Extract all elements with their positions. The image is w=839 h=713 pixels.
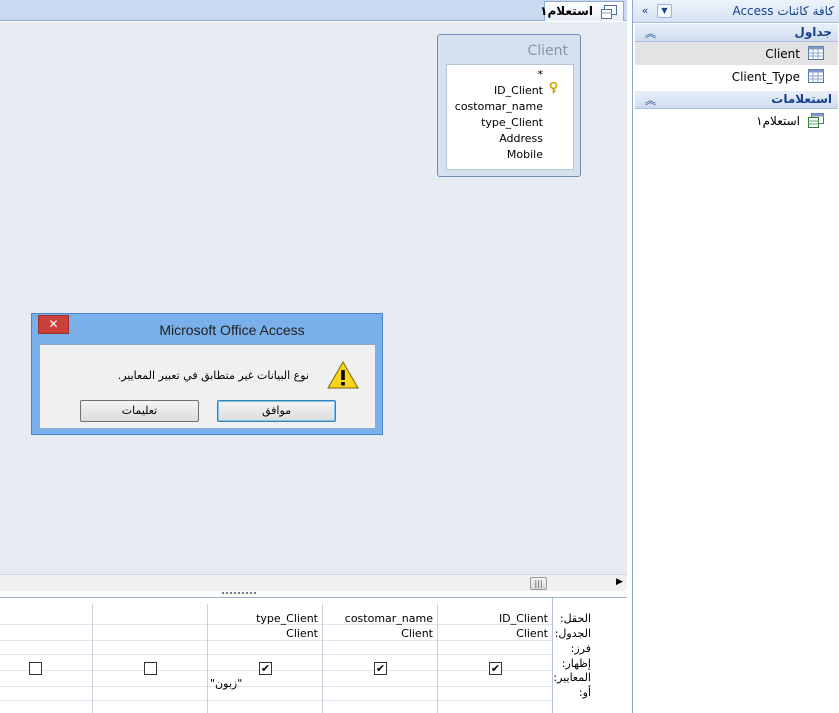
ok-button[interactable]: موافق bbox=[217, 400, 336, 422]
show-checkbox[interactable]: ✔ bbox=[489, 662, 502, 675]
table-cell[interactable]: Client bbox=[286, 627, 318, 640]
scrollbar-thumb[interactable]: ||| bbox=[530, 577, 547, 590]
table-cell[interactable]: Client bbox=[516, 627, 548, 640]
table-icon bbox=[808, 69, 824, 86]
field-cell[interactable]: type_Client bbox=[256, 612, 318, 625]
close-button[interactable]: ✕ bbox=[38, 315, 69, 334]
group-header-tables[interactable]: ︽ جداول bbox=[635, 24, 838, 42]
warning-icon bbox=[327, 360, 359, 392]
group-header-queries[interactable]: ︽ استعلامات bbox=[635, 91, 838, 109]
tab-label: استعلام١ bbox=[540, 4, 593, 18]
row-label-sort: فرز: bbox=[570, 642, 591, 655]
field-item[interactable]: type_Client bbox=[481, 116, 543, 129]
dialog-title: Microsoft Office Access bbox=[159, 322, 305, 338]
dialog-message: نوع البيانات غير متطابق في تعبير المعايي… bbox=[117, 369, 309, 382]
field-item[interactable]: Address bbox=[499, 132, 543, 145]
field-item[interactable]: costomar_name bbox=[455, 100, 543, 113]
table-box-title: Client bbox=[527, 43, 568, 59]
pane-splitter-grip[interactable] bbox=[222, 592, 256, 595]
nav-item-client[interactable]: Client bbox=[635, 42, 838, 65]
grid-column bbox=[0, 604, 92, 713]
chevron-up-icon: ︽ bbox=[645, 94, 656, 107]
horizontal-scrollbar[interactable]: ||| ▶ bbox=[0, 574, 627, 591]
show-checkbox[interactable] bbox=[144, 662, 157, 675]
field-item[interactable]: * bbox=[538, 68, 544, 81]
query-icon bbox=[601, 5, 617, 22]
row-label-criteria: المعايير: bbox=[553, 671, 591, 684]
criteria-cell[interactable]: "زبون" bbox=[210, 677, 242, 690]
grid-column: costomar_name Client ✔ bbox=[322, 604, 437, 713]
scroll-right-icon[interactable]: ▶ bbox=[616, 577, 626, 590]
row-label-or: أو: bbox=[578, 686, 591, 699]
dialog-body: نوع البيانات غير متطابق في تعبير المعايي… bbox=[39, 344, 376, 429]
show-checkbox[interactable] bbox=[29, 662, 42, 675]
nav-item-label: استعلام١ bbox=[756, 114, 800, 128]
row-label-table: الجدول: bbox=[554, 627, 591, 640]
grid-row-labels: الحقل: الجدول: فرز: إظهار: المعايير: أو: bbox=[552, 598, 627, 713]
error-dialog: ✕ Microsoft Office Access نوع البيانات غ… bbox=[31, 313, 383, 435]
nav-item-query1[interactable]: استعلام١ bbox=[635, 109, 838, 132]
field-cell[interactable]: costomar_name bbox=[345, 612, 433, 625]
table-icon bbox=[808, 46, 824, 63]
nav-pane-title: كافة كائنات Access bbox=[732, 4, 834, 18]
grid-column bbox=[92, 604, 207, 713]
grid-column: type_Client Client ✔ "زبون" bbox=[207, 604, 322, 713]
field-cell[interactable]: ID_Client bbox=[499, 612, 548, 625]
chevron-up-icon: ︽ bbox=[645, 27, 656, 40]
nav-item-client-type[interactable]: Client_Type bbox=[635, 65, 838, 88]
field-item[interactable]: Mobile bbox=[507, 148, 543, 161]
collapse-pane-icon[interactable]: « bbox=[637, 3, 653, 19]
nav-pane-header[interactable]: « ▼ كافة كائنات Access bbox=[633, 0, 839, 23]
chevron-down-icon[interactable]: ▼ bbox=[657, 4, 672, 18]
help-button[interactable]: تعليمات bbox=[80, 400, 199, 422]
navigation-pane: « ▼ كافة كائنات Access ︽ جداول Client Cl… bbox=[632, 0, 839, 713]
nav-item-label: Client bbox=[765, 47, 800, 61]
group-title-queries: استعلامات bbox=[771, 92, 832, 106]
row-label-field: الحقل: bbox=[559, 612, 591, 625]
field-item[interactable]: ID_Client bbox=[494, 84, 543, 97]
query-design-grid: ID_Client Client ✔ costomar_name Client … bbox=[0, 597, 627, 713]
document-tab-bar: استعلام١ bbox=[0, 0, 627, 21]
query-icon bbox=[808, 113, 824, 131]
show-checkbox[interactable]: ✔ bbox=[374, 662, 387, 675]
table-field-list-client[interactable]: Client * ID_Client costomar_name type_Cl… bbox=[437, 34, 581, 177]
nav-item-label: Client_Type bbox=[731, 70, 800, 84]
table-cell[interactable]: Client bbox=[401, 627, 433, 640]
show-checkbox[interactable]: ✔ bbox=[259, 662, 272, 675]
tab-query1[interactable]: استعلام١ bbox=[540, 1, 624, 22]
group-title-tables: جداول bbox=[794, 25, 832, 39]
row-label-show: إظهار: bbox=[561, 657, 591, 670]
field-list: * ID_Client costomar_name type_Client Ad… bbox=[446, 64, 574, 170]
primary-key-icon bbox=[549, 81, 558, 97]
grid-column: ID_Client Client ✔ bbox=[437, 604, 552, 713]
